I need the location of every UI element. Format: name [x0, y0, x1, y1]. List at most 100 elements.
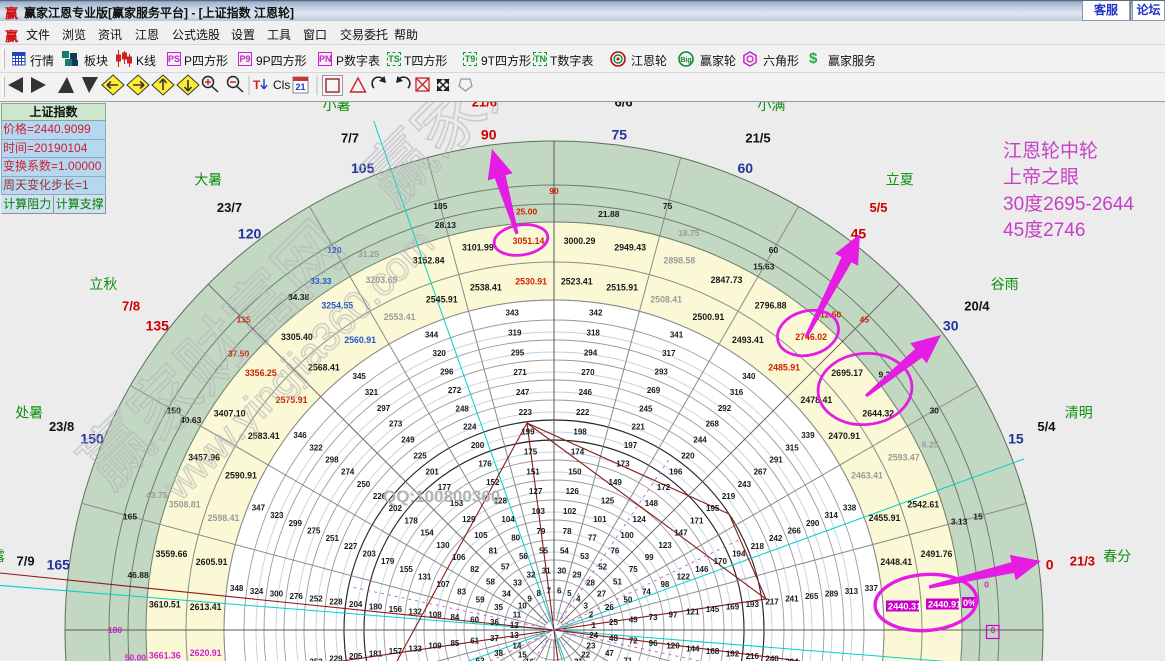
svg-text:150: 150 — [568, 467, 582, 476]
svg-text:165: 165 — [123, 511, 137, 521]
svg-text:9: 9 — [527, 594, 532, 603]
svg-text:43.75: 43.75 — [146, 490, 168, 500]
svg-text:0: 0 — [984, 580, 989, 590]
svg-text:127: 127 — [529, 487, 543, 496]
svg-text:273: 273 — [389, 420, 403, 429]
svg-text:170: 170 — [714, 557, 728, 566]
svg-text:79: 79 — [536, 527, 545, 536]
svg-text:7: 7 — [547, 586, 552, 595]
svg-text:320: 320 — [433, 349, 447, 358]
svg-text:173: 173 — [616, 460, 630, 469]
svg-text:248: 248 — [456, 404, 470, 413]
svg-text:2590.91: 2590.91 — [225, 471, 257, 481]
svg-text:105: 105 — [433, 201, 447, 211]
svg-text:2545.91: 2545.91 — [426, 295, 458, 305]
svg-text:2463.41: 2463.41 — [851, 471, 883, 481]
svg-text:2847.73: 2847.73 — [711, 275, 743, 285]
svg-text:31: 31 — [542, 567, 551, 576]
svg-text:154: 154 — [420, 529, 434, 538]
svg-text:49: 49 — [629, 616, 638, 625]
svg-text:Cls: Cls — [273, 78, 290, 92]
svg-text:275: 275 — [307, 527, 321, 536]
svg-text:2440.91: 2440.91 — [928, 600, 961, 610]
svg-text:171: 171 — [690, 516, 704, 525]
svg-text:124: 124 — [633, 515, 647, 524]
svg-text:28.13: 28.13 — [435, 220, 457, 230]
svg-text:81: 81 — [489, 547, 498, 556]
svg-text:6/6: 6/6 — [615, 102, 633, 110]
svg-text:3101.99: 3101.99 — [462, 243, 494, 253]
svg-text:90: 90 — [549, 186, 559, 196]
svg-text:242: 242 — [769, 534, 783, 543]
svg-text:313: 313 — [845, 587, 859, 596]
svg-text:97: 97 — [669, 610, 678, 619]
svg-text:98: 98 — [660, 580, 669, 589]
svg-text:2538.41: 2538.41 — [470, 283, 502, 293]
svg-text:100: 100 — [620, 531, 634, 540]
svg-text:250: 250 — [357, 480, 371, 489]
svg-text:132: 132 — [409, 608, 423, 617]
svg-text:83: 83 — [457, 588, 466, 597]
svg-text:299: 299 — [289, 519, 303, 528]
svg-text:白露: 白露 — [0, 548, 5, 564]
svg-text:2746.02: 2746.02 — [795, 332, 827, 342]
svg-text:169: 169 — [726, 603, 740, 612]
svg-text:221: 221 — [632, 423, 646, 432]
svg-text:104: 104 — [501, 515, 515, 524]
svg-text:253: 253 — [309, 657, 323, 661]
svg-text:QQ:100800360: QQ:100800360 — [383, 487, 500, 506]
svg-text:172: 172 — [657, 483, 671, 492]
svg-text:3051.14: 3051.14 — [513, 236, 545, 246]
svg-text:264: 264 — [785, 657, 799, 661]
svg-text:3: 3 — [583, 602, 588, 611]
svg-text:24: 24 — [589, 631, 598, 640]
svg-text:295: 295 — [511, 348, 525, 357]
svg-text:244: 244 — [693, 436, 707, 445]
svg-text:61: 61 — [470, 636, 479, 645]
svg-text:59: 59 — [476, 595, 485, 604]
svg-text:321: 321 — [365, 388, 379, 397]
svg-text:5: 5 — [567, 589, 572, 598]
svg-text:21: 21 — [295, 82, 305, 92]
svg-text:2949.43: 2949.43 — [614, 243, 646, 253]
svg-text:176: 176 — [478, 460, 492, 469]
svg-text:处暑: 处暑 — [15, 405, 43, 421]
svg-text:272: 272 — [448, 386, 462, 395]
svg-text:60: 60 — [769, 245, 779, 255]
svg-text:14: 14 — [513, 641, 522, 650]
svg-text:15: 15 — [973, 511, 983, 521]
svg-text:大暑: 大暑 — [194, 171, 222, 187]
svg-text:347: 347 — [252, 504, 266, 513]
svg-text:26: 26 — [605, 603, 614, 612]
svg-text:33: 33 — [513, 578, 522, 587]
svg-text:121: 121 — [686, 608, 700, 617]
svg-text:T: T — [253, 78, 261, 92]
svg-text:219: 219 — [722, 492, 736, 501]
svg-text:319: 319 — [508, 329, 522, 338]
svg-text:144: 144 — [686, 644, 700, 653]
svg-text:294: 294 — [584, 348, 598, 357]
svg-text:324: 324 — [250, 587, 264, 596]
svg-text:3610.51: 3610.51 — [149, 600, 181, 610]
svg-text:224: 224 — [463, 423, 477, 432]
svg-text:293: 293 — [655, 367, 669, 376]
svg-text:217: 217 — [765, 597, 779, 606]
svg-text:271: 271 — [513, 368, 527, 377]
svg-text:338: 338 — [843, 504, 857, 513]
svg-text:204: 204 — [349, 600, 363, 609]
svg-text:157: 157 — [389, 647, 403, 656]
svg-text:2613.41: 2613.41 — [190, 602, 222, 612]
svg-text:Big: Big — [680, 57, 691, 64]
svg-text:2542.61: 2542.61 — [907, 500, 939, 510]
svg-text:223: 223 — [519, 408, 533, 417]
svg-text:270: 270 — [581, 368, 595, 377]
svg-text:11: 11 — [513, 611, 522, 620]
svg-text:106: 106 — [452, 553, 466, 562]
svg-text:10: 10 — [518, 602, 527, 611]
svg-text:25.00: 25.00 — [516, 206, 538, 216]
svg-text:13: 13 — [510, 631, 519, 640]
svg-text:2493.41: 2493.41 — [732, 335, 764, 345]
svg-text:276: 276 — [290, 592, 304, 601]
svg-text:246: 246 — [579, 388, 593, 397]
svg-text:168: 168 — [706, 647, 720, 656]
